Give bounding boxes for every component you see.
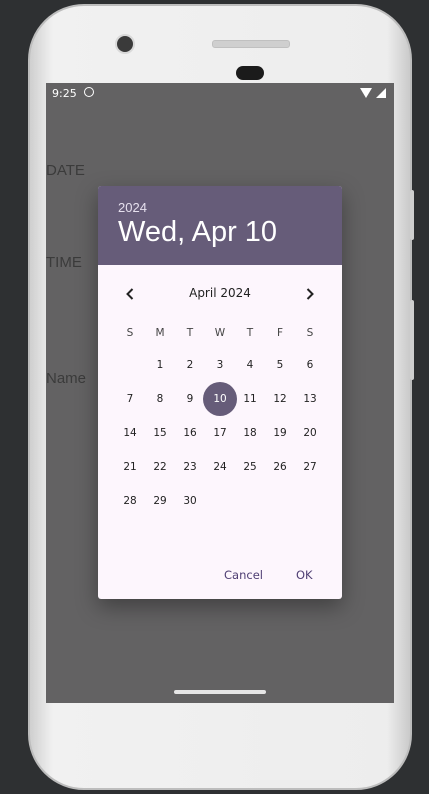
day-cell[interactable]: 12 (265, 384, 295, 414)
day-cell[interactable]: 21 (115, 452, 145, 482)
volume-button (410, 190, 414, 240)
day-cell[interactable]: 27 (295, 452, 325, 482)
date-label: DATE (46, 162, 85, 179)
front-camera (115, 34, 135, 54)
weekday-label: T (186, 327, 194, 339)
app-notification-icon (84, 87, 94, 97)
day-cell[interactable]: 3 (205, 350, 235, 380)
time-label: TIME (46, 254, 82, 271)
day-cell[interactable]: 9 (175, 384, 205, 414)
day-cell[interactable]: 24 (205, 452, 235, 482)
proximity-sensor (236, 66, 264, 80)
weekday-label: W (214, 327, 226, 339)
ok-button[interactable]: OK (296, 568, 313, 582)
day-cell[interactable]: 23 (175, 452, 205, 482)
day-cell[interactable]: 2 (175, 350, 205, 380)
month-navigation: April 2024 (98, 284, 342, 304)
name-label: Name (46, 370, 87, 387)
day-cell[interactable]: 15 (145, 418, 175, 448)
weekday-label: S (306, 327, 314, 339)
day-cell[interactable]: 13 (295, 384, 325, 414)
status-time: 9:25 (52, 87, 77, 100)
day-cell[interactable]: 29 (145, 486, 175, 516)
day-cell[interactable]: 14 (115, 418, 145, 448)
chevron-right-icon[interactable] (300, 284, 320, 304)
day-cell[interactable]: 26 (265, 452, 295, 482)
weekday-label: T (246, 327, 254, 339)
weekday-label: F (276, 327, 284, 339)
day-cell[interactable]: 19 (265, 418, 295, 448)
weekday-label: M (155, 327, 165, 339)
day-cell[interactable]: 4 (235, 350, 265, 380)
day-cell[interactable]: 25 (235, 452, 265, 482)
day-cell[interactable]: 16 (175, 418, 205, 448)
status-bar: 9:25 (46, 83, 394, 105)
power-button (410, 300, 414, 380)
day-cell[interactable]: 30 (175, 486, 205, 516)
date-picker-dialog: 2024 Wed, Apr 10 April 2024 SMTWTFS 1234… (98, 186, 342, 599)
date-picker-header: 2024 Wed, Apr 10 (98, 186, 342, 265)
day-cell[interactable]: 11 (235, 384, 265, 414)
day-cell[interactable]: 8 (145, 384, 175, 414)
header-year[interactable]: 2024 (118, 200, 147, 215)
wifi-icon (360, 88, 372, 98)
day-cell[interactable]: 18 (235, 418, 265, 448)
day-cell[interactable]: 17 (205, 418, 235, 448)
earpiece-speaker (212, 40, 290, 48)
day-cell[interactable]: 20 (295, 418, 325, 448)
cellular-signal-icon (376, 88, 386, 98)
day-cell[interactable]: 1 (145, 350, 175, 380)
cancel-button[interactable]: Cancel (224, 568, 263, 582)
day-cell[interactable]: 22 (145, 452, 175, 482)
day-selected[interactable]: 10 (203, 382, 237, 416)
day-cell[interactable]: 28 (115, 486, 145, 516)
gesture-nav-bar[interactable] (174, 690, 266, 694)
weekday-label: S (126, 327, 134, 339)
header-selected-date: Wed, Apr 10 (118, 216, 278, 248)
day-cell[interactable]: 7 (115, 384, 145, 414)
day-cell[interactable]: 5 (265, 350, 295, 380)
day-cell[interactable]: 6 (295, 350, 325, 380)
